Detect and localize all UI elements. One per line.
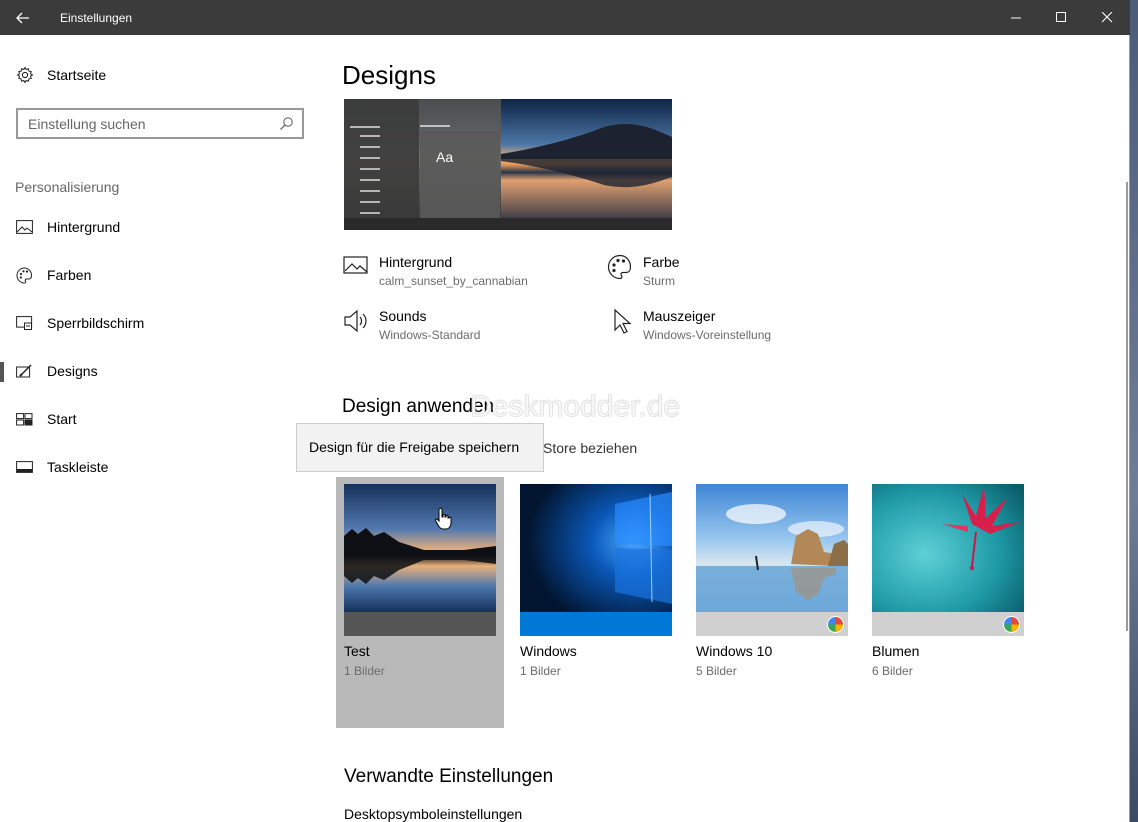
minimize-button[interactable] xyxy=(993,0,1039,35)
page-title: Designs xyxy=(342,60,436,90)
palette-icon xyxy=(607,254,632,280)
attr-label: Mauszeiger xyxy=(643,308,716,324)
theme-preview: Aa xyxy=(344,99,672,230)
lock-screen-icon xyxy=(16,316,33,330)
start-icon xyxy=(16,412,33,425)
group-label: Personalisierung xyxy=(15,179,120,195)
gear-icon xyxy=(16,66,34,84)
attr-background[interactable]: Hintergrund calm_sunset_by_cannabian xyxy=(343,254,528,288)
theme-color-bar xyxy=(872,612,1024,636)
minimize-icon xyxy=(1010,17,1021,19)
watermark: Deskmodder.de xyxy=(470,390,681,423)
attr-label: Sounds xyxy=(379,308,427,324)
theme-tile-test[interactable]: Test 1 Bilder xyxy=(344,484,496,678)
pointer-icon xyxy=(614,308,632,334)
theme-name: Windows 10 xyxy=(696,643,773,659)
window-title: Einstellungen xyxy=(60,11,133,25)
attr-value: Sturm xyxy=(643,274,676,288)
theme-name: Blumen xyxy=(872,643,920,659)
home-label: Startseite xyxy=(47,67,107,83)
sidebar-item-hintergrund[interactable]: Hintergrund xyxy=(0,207,320,247)
related-link-desktop-icons[interactable]: Desktopsymboleinstellungen xyxy=(344,806,522,822)
close-button[interactable] xyxy=(1084,0,1130,35)
close-icon xyxy=(1101,12,1112,23)
scrollbar[interactable] xyxy=(1126,182,1128,631)
multicolor-icon xyxy=(1003,616,1020,633)
theme-thumbnail xyxy=(696,484,848,612)
maximize-icon xyxy=(1055,12,1066,22)
designs-icon xyxy=(16,364,32,377)
attr-value: Windows-Standard xyxy=(379,328,481,342)
sidebar-item-farben[interactable]: Farben xyxy=(0,255,320,295)
preview-font-sample: Aa xyxy=(436,149,454,165)
sidebar-item-taskleiste[interactable]: Taskleiste xyxy=(0,447,320,487)
theme-name: Test xyxy=(344,643,370,659)
theme-thumbnail xyxy=(344,484,496,612)
theme-tile-blumen[interactable]: Blumen 6 Bilder xyxy=(872,484,1024,678)
theme-count: 1 Bilder xyxy=(520,664,561,678)
sidebar-item-start[interactable]: Start xyxy=(0,399,320,439)
desktop-background xyxy=(1130,0,1138,822)
theme-count: 6 Bilder xyxy=(872,664,913,678)
speaker-icon xyxy=(344,309,367,333)
attr-color[interactable]: Farbe Sturm xyxy=(607,254,680,288)
sidebar-item-label: Farben xyxy=(47,267,92,283)
theme-color-bar xyxy=(696,612,848,636)
theme-tile-windows-10[interactable]: Windows 10 5 Bilder xyxy=(696,484,848,678)
attr-label: Farbe xyxy=(643,254,680,270)
theme-color-bar xyxy=(520,612,672,636)
theme-count: 5 Bilder xyxy=(696,664,737,678)
back-button[interactable] xyxy=(0,0,46,35)
sidebar-item-label: Designs xyxy=(47,363,98,379)
palette-icon xyxy=(16,266,33,284)
sidebar-item-label: Sperrbildschirm xyxy=(47,315,145,331)
attr-sounds[interactable]: Sounds Windows-Standard xyxy=(343,308,480,342)
title-bar: Einstellungen xyxy=(0,0,1130,35)
search-icon xyxy=(280,117,293,130)
taskbar-icon xyxy=(16,461,33,473)
attr-pointer[interactable]: Mauszeiger Windows-Voreinstellung xyxy=(607,308,771,342)
attr-label: Hintergrund xyxy=(379,254,453,270)
sidebar-item-label: Start xyxy=(47,411,77,427)
theme-thumbnail xyxy=(520,484,672,612)
search-box[interactable] xyxy=(16,108,304,139)
picture-icon xyxy=(16,220,33,234)
search-input[interactable] xyxy=(28,114,268,133)
back-arrow-icon xyxy=(16,12,29,23)
home-link[interactable]: Startseite xyxy=(16,66,106,84)
window-border xyxy=(1129,35,1130,822)
picture-icon xyxy=(343,256,368,274)
sidebar-item-label: Hintergrund xyxy=(47,219,121,235)
attr-value: calm_sunset_by_cannabian xyxy=(379,274,528,288)
sidebar-item-sperrbildschirm[interactable]: Sperrbildschirm xyxy=(0,303,320,343)
theme-color-bar xyxy=(344,612,496,636)
tooltip: Design für die Freigabe speichern xyxy=(296,423,544,472)
preview-image xyxy=(344,99,672,230)
maximize-button[interactable] xyxy=(1038,0,1084,35)
sidebar-item-designs[interactable]: Designs xyxy=(0,351,320,391)
theme-count: 1 Bilder xyxy=(344,664,385,678)
store-link[interactable]: Store beziehen xyxy=(543,440,637,456)
attr-value: Windows-Voreinstellung xyxy=(643,328,772,342)
multicolor-icon xyxy=(827,616,844,633)
theme-tile-windows[interactable]: Windows 1 Bilder xyxy=(520,484,672,678)
hand-cursor-icon xyxy=(434,507,452,530)
theme-thumbnail xyxy=(872,484,1024,612)
related-heading: Verwandte Einstellungen xyxy=(344,766,554,787)
theme-name: Windows xyxy=(520,643,577,659)
sidebar-item-label: Taskleiste xyxy=(47,459,109,475)
